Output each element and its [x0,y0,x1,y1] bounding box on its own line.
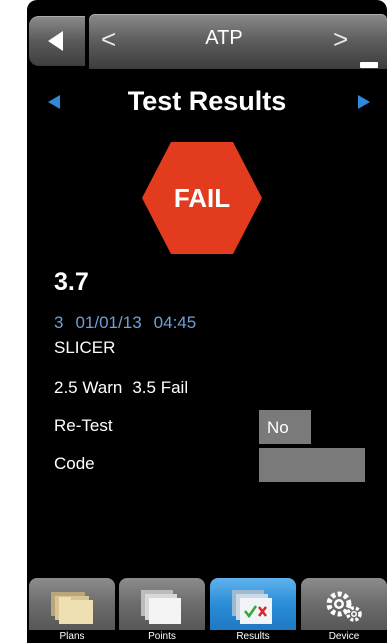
app-screen: < ATP > Test Results FAIL 3.7 3 01/01/13 0… [27,0,387,643]
top-bar: < ATP > [27,8,387,70]
next-result-arrow-icon[interactable] [358,95,370,109]
page-title: Test Results [127,86,287,116]
battery-icon [360,62,378,68]
tab-device[interactable]: Device [301,575,387,643]
retest-label: Re-Test [54,416,113,435]
test-number: 3 [54,313,64,332]
tab-plans[interactable]: Plans [29,575,115,643]
back-button[interactable] [29,16,85,66]
limits: 2.5 Warn 3.5 Fail [54,378,198,398]
folders-icon [51,592,93,624]
next-module-button[interactable]: > [333,24,348,54]
tab-label: Plans [59,631,85,642]
module-title-bar: < ATP > [89,14,387,69]
fail-limit: 3.5 Fail [132,378,189,397]
tab-label: Points [148,631,176,642]
results-check-icon [232,590,272,624]
code-input[interactable] [259,448,365,482]
result-meta: 3 01/01/13 04:45 [54,313,208,333]
tab-points[interactable]: Points [119,575,205,643]
tab-results[interactable]: Results [210,575,296,643]
status-badge: FAIL [140,136,264,260]
result-value: 3.7 [54,268,89,296]
retest-select[interactable]: No [259,410,311,444]
module-title: ATP [205,27,243,49]
tab-bar: Plans Points Results Device [27,575,387,643]
pages-icon [141,590,181,624]
status-text: FAIL [173,183,231,213]
tab-label: Device [328,631,360,642]
test-time: 04:45 [153,313,197,332]
test-point-name: SLICER [54,338,116,357]
gears-icon [326,591,362,622]
warn-limit: 2.5 Warn [54,378,123,397]
tab-label: Results [236,631,270,642]
back-arrow-icon [48,31,63,51]
test-date: 01/01/13 [75,313,142,332]
code-label: Code [54,454,95,473]
prev-result-arrow-icon[interactable] [48,95,60,109]
